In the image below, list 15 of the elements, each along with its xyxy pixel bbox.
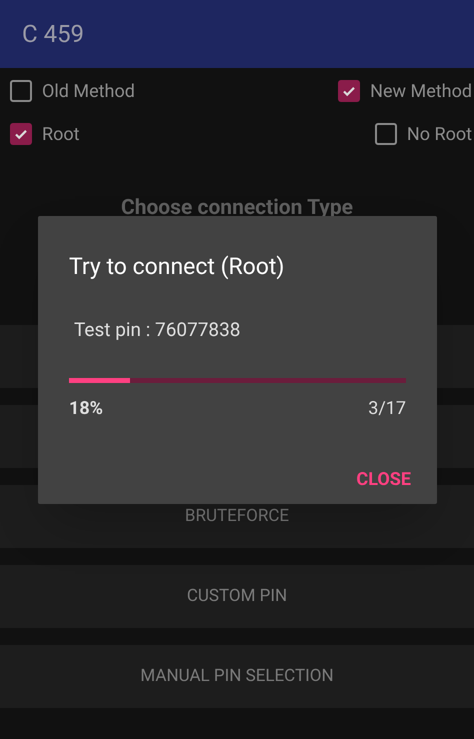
checkbox-label: Root [42, 122, 80, 146]
app-title: C 459 [22, 19, 84, 50]
progress-percent: 18% [69, 396, 103, 420]
progress-count: 3/17 [368, 396, 406, 420]
checkbox[interactable] [374, 123, 397, 145]
dialog-title: Try to connect (Root) [69, 252, 286, 282]
checkbox[interactable] [10, 123, 32, 145]
option-button[interactable]: MANUAL PIN SELECTION [0, 645, 474, 708]
checkbox-label: New Method [370, 80, 472, 104]
checkbox-label: Old Method [42, 80, 135, 104]
checkbox[interactable] [338, 80, 360, 102]
checkbox[interactable] [10, 80, 32, 102]
dialog-message: Test pin : 76077838 [74, 317, 242, 343]
checkbox-label: No Root [406, 122, 472, 146]
option-button[interactable]: CUSTOM PIN [0, 565, 474, 628]
